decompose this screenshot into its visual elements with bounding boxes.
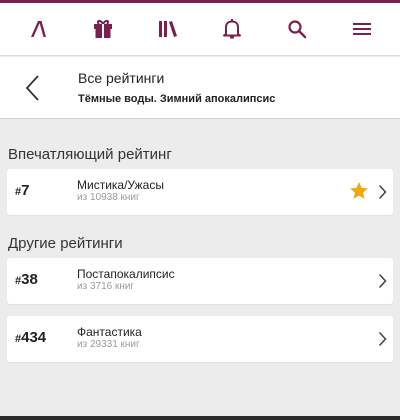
rating-rank: #434 [15, 329, 46, 346]
rating-info: Мистика/Ужасы из 10938 книг [77, 178, 164, 204]
impressive-rating-section: Впечатляющий рейтинг #7 Мистика/Ужасы из… [0, 146, 400, 215]
bell-icon [223, 19, 242, 39]
page-title: Все рейтинги [78, 70, 165, 86]
genre-name: Фантастика [77, 325, 142, 339]
library-button[interactable] [143, 4, 193, 54]
books-count: из 3716 книг [77, 281, 135, 292]
home-logo-button[interactable] [13, 4, 63, 54]
chevron-right-icon [378, 273, 387, 289]
gift-button[interactable] [78, 4, 128, 54]
other-ratings-section: Другие рейтинги #38 Постапокалипсис из 3… [0, 235, 400, 362]
rating-info: Постапокалипсис из 3716 книг [77, 267, 175, 293]
chevron-right-icon [378, 331, 387, 347]
search-icon [288, 20, 307, 39]
menu-button[interactable] [337, 4, 387, 54]
library-icon [158, 21, 177, 37]
genre-name: Мистика/Ужасы [77, 178, 164, 192]
app-logo-icon [31, 21, 47, 37]
rank-number: 38 [21, 271, 38, 288]
back-button[interactable] [10, 65, 54, 111]
section-title: Другие рейтинги [8, 235, 123, 252]
book-title: Тёмные воды. Зимний апокалипсис [78, 93, 276, 105]
rating-row[interactable]: #7 Мистика/Ужасы из 10938 книг [7, 169, 393, 215]
gift-icon [93, 20, 112, 38]
rank-number: 434 [21, 329, 47, 346]
bottom-edge [0, 416, 400, 420]
rating-row[interactable]: #38 Постапокалипсис из 3716 книг [7, 258, 393, 304]
rating-row[interactable]: #434 Фантастика из 29331 книг [7, 316, 393, 362]
genre-name: Постапокалипсис [77, 267, 175, 281]
rating-info: Фантастика из 29331 книг [77, 325, 142, 351]
search-button[interactable] [272, 4, 322, 54]
books-count: из 29331 книг [77, 339, 140, 350]
menu-icon [352, 23, 371, 35]
rating-rank: #38 [15, 271, 38, 288]
rating-rank: #7 [15, 182, 29, 199]
chevron-right-icon [378, 184, 387, 200]
star-icon [350, 182, 368, 199]
ratings-content: Впечатляющий рейтинг #7 Мистика/Ужасы из… [0, 120, 400, 416]
notifications-button[interactable] [207, 4, 257, 54]
section-title: Впечатляющий рейтинг [8, 146, 172, 163]
page-header: Все рейтинги Тёмные воды. Зимний апокали… [0, 57, 400, 119]
chevron-left-icon [25, 75, 39, 101]
rank-number: 7 [21, 182, 30, 199]
top-navigation [0, 3, 400, 56]
books-count: из 10938 книг [77, 192, 140, 203]
